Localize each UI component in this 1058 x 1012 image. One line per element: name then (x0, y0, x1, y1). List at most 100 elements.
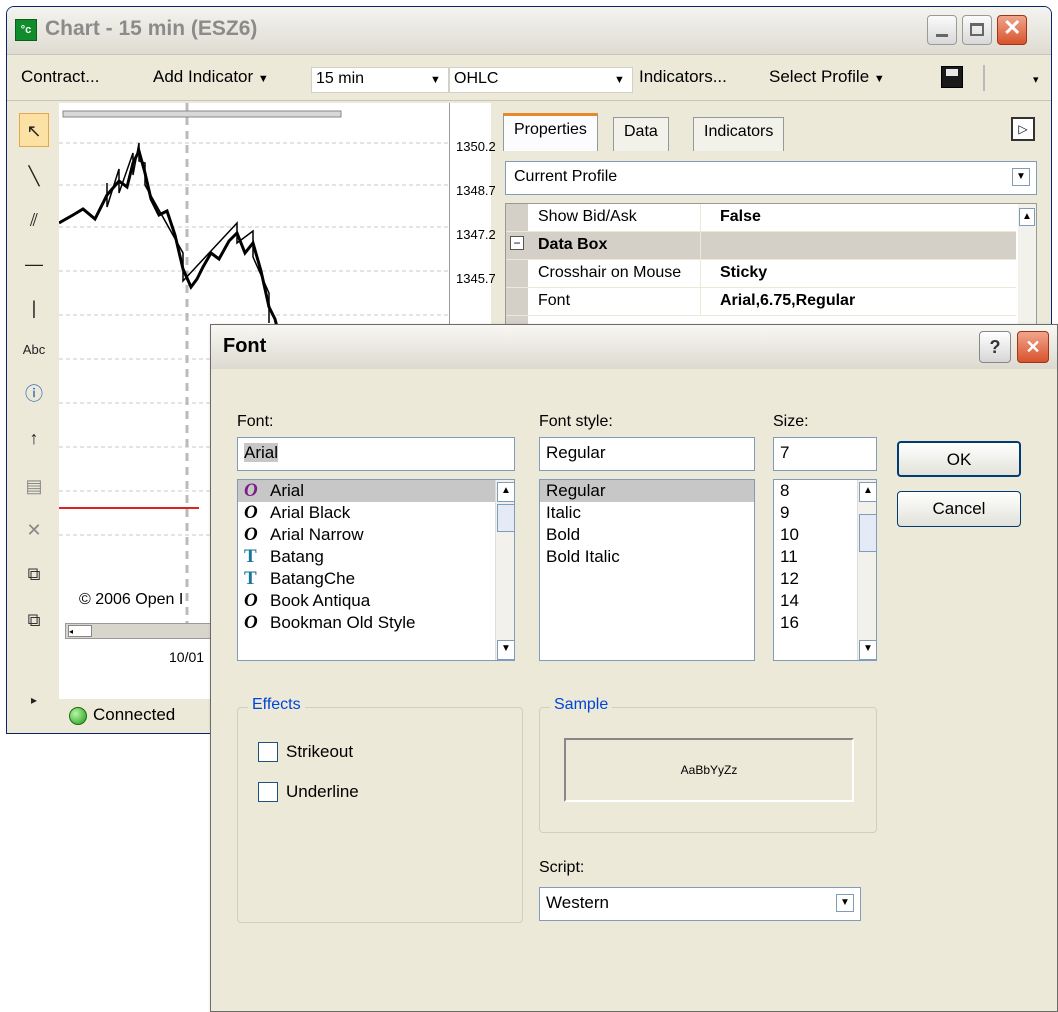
connected-status-icon (69, 707, 87, 725)
truetype-font-icon: T (244, 546, 257, 567)
style-list-item[interactable]: Italic (540, 502, 754, 524)
font-item-name: BatangChe (270, 569, 356, 588)
properties-tool-icon[interactable]: ▤ (19, 469, 49, 503)
scroll-down-icon[interactable]: ▼ (859, 640, 876, 660)
minimize-icon (936, 34, 948, 37)
ok-button[interactable]: OK (897, 441, 1021, 477)
expand-toolbar-icon[interactable]: ▸ (19, 683, 49, 717)
add-indicator-button[interactable]: Add Indicator ▼ (153, 67, 269, 87)
font-list-scrollbar[interactable]: ▲ ▼ (495, 480, 514, 660)
tab-properties[interactable]: Properties (503, 113, 598, 151)
pointer-tool-icon[interactable]: ↖ (19, 113, 49, 147)
chevron-down-icon: ▼ (614, 74, 625, 86)
line-tool-icon[interactable]: ╲ (19, 159, 49, 193)
property-row[interactable]: Show Bid/Ask False (506, 204, 1016, 232)
contract-button[interactable]: Contract... (21, 67, 99, 87)
font-list-item[interactable]: O Arial (238, 480, 496, 502)
font-item-name: Bookman Old Style (270, 613, 416, 632)
parallel-lines-tool-icon[interactable]: ⫽ (19, 203, 49, 237)
arrow-tool-icon[interactable]: ↑ (19, 421, 49, 455)
font-name-value: Arial (244, 443, 279, 462)
add-indicator-label: Add Indicator (153, 67, 254, 86)
dropdown-arrow-icon: ▼ (257, 73, 269, 85)
help-button[interactable]: ? (979, 331, 1011, 363)
info-tool-icon[interactable]: ⓘ (19, 377, 49, 411)
horizontal-line-tool-icon[interactable]: — (19, 247, 49, 281)
sample-legend: Sample (550, 696, 613, 714)
property-value: Sticky (720, 264, 768, 281)
font-dialog: Font ? ✕ Font: Arial O Arial O Arial Black… (210, 324, 1058, 1012)
close-button[interactable]: ✕ (997, 15, 1027, 45)
size-list-scrollbar[interactable]: ▲ ▼ (857, 480, 876, 660)
font-list-item[interactable]: T BatangChe (238, 568, 514, 590)
chevron-down-icon: ▼ (836, 894, 854, 912)
scroll-left-icon[interactable]: ◂ (68, 625, 92, 637)
save-icon-label-area (946, 69, 958, 76)
strikeout-checkbox[interactable] (258, 742, 278, 762)
font-list-item[interactable]: O Arial Black (238, 502, 514, 524)
chart-type-select[interactable]: OHLC ▼ (449, 67, 633, 93)
save-icon[interactable] (941, 66, 963, 88)
scroll-thumb[interactable] (497, 504, 514, 532)
property-row[interactable]: Crosshair on Mouse Sticky (506, 260, 1016, 288)
interval-select[interactable]: 15 min ▼ (311, 67, 449, 93)
style-list-item[interactable]: Bold Italic (540, 546, 754, 568)
font-list-item[interactable]: O Book Antiqua (238, 590, 514, 612)
font-style-label: Font style: (539, 413, 613, 430)
text-tool-icon[interactable]: Abc (19, 333, 49, 367)
property-row[interactable]: Font Arial,6.75,Regular (506, 288, 1016, 316)
indicators-button[interactable]: Indicators... (639, 67, 727, 87)
font-style-list[interactable]: Regular Italic Bold Bold Italic (539, 479, 755, 661)
font-size-list[interactable]: 8 9 10 11 12 14 16 ▲ ▼ (773, 479, 877, 661)
dialog-close-button[interactable]: ✕ (1017, 331, 1049, 363)
cancel-button[interactable]: Cancel (897, 491, 1021, 527)
font-style-input[interactable]: Regular (539, 437, 755, 471)
chart-toolbar: Contract... Add Indicator ▼ 15 min ▼ OHL… (7, 55, 1051, 101)
font-item-name: Arial Black (270, 503, 351, 522)
sample-preview: AaBbYyZz (564, 738, 854, 802)
collapse-category-icon[interactable]: − (510, 236, 524, 250)
opentype-font-icon: O (244, 590, 258, 611)
chart-title: Chart - 15 min (ESZ6) (45, 17, 258, 40)
dialog-titlebar[interactable]: Font ? ✕ (211, 325, 1057, 369)
chart-scrollbar[interactable]: ◂ (65, 623, 225, 639)
select-profile-button[interactable]: Select Profile ▼ (769, 67, 885, 87)
scroll-thumb[interactable] (859, 514, 876, 552)
collapse-panel-icon[interactable]: ▷ (1011, 117, 1035, 141)
font-name-input[interactable]: Arial (237, 437, 515, 471)
minimize-button[interactable] (927, 15, 957, 45)
profile-select[interactable]: Current Profile ▼ (505, 161, 1037, 195)
underline-checkbox[interactable] (258, 782, 278, 802)
maximize-button[interactable] (962, 15, 992, 45)
style-list-item[interactable]: Regular (540, 480, 754, 502)
script-value: Western (546, 893, 609, 912)
style-list-item[interactable]: Bold (540, 524, 754, 546)
chart-titlebar[interactable]: °c Chart - 15 min (ESZ6) ✕ (7, 7, 1051, 55)
effects-legend: Effects (248, 696, 305, 714)
script-select[interactable]: Western ▼ (539, 887, 861, 921)
scroll-down-icon[interactable]: ▼ (497, 640, 514, 660)
font-size-input[interactable]: 7 (773, 437, 877, 471)
copyright-text: © 2006 Open I (79, 591, 184, 608)
scroll-up-icon[interactable]: ▲ (497, 482, 514, 502)
scroll-up-icon[interactable]: ▲ (859, 482, 876, 502)
sample-group: Sample AaBbYyZz (539, 696, 877, 833)
font-list-item[interactable]: O Arial Narrow (238, 524, 514, 546)
tab-data[interactable]: Data (613, 117, 669, 151)
size-label: Size: (773, 413, 809, 430)
font-list-item[interactable]: O Bookman Old Style (238, 612, 514, 634)
send-to-back-icon[interactable]: ⧉ (19, 603, 49, 637)
bring-to-front-icon[interactable]: ⧉ (19, 557, 49, 591)
toolbar-overflow-icon[interactable]: ▾ (1033, 73, 1039, 86)
property-category-row[interactable]: − Data Box (506, 232, 1016, 260)
truetype-font-icon: T (244, 568, 257, 589)
delete-tool-icon[interactable]: ✕ (19, 513, 49, 547)
font-list[interactable]: O Arial O Arial Black O Arial Narrow T Batan… (237, 479, 515, 661)
drawing-toolbar: ↖ ╲ ⫽ — | Abc ⓘ ↑ ▤ ✕ ⧉ ⧉ ▸ (15, 107, 53, 711)
maximize-icon (970, 23, 984, 36)
font-list-item[interactable]: T Batang (238, 546, 514, 568)
chart-type-value: OHLC (454, 70, 499, 87)
vertical-line-tool-icon[interactable]: | (19, 291, 49, 325)
scroll-up-icon[interactable]: ▲ (1019, 208, 1035, 226)
tab-indicators[interactable]: Indicators (693, 117, 785, 151)
